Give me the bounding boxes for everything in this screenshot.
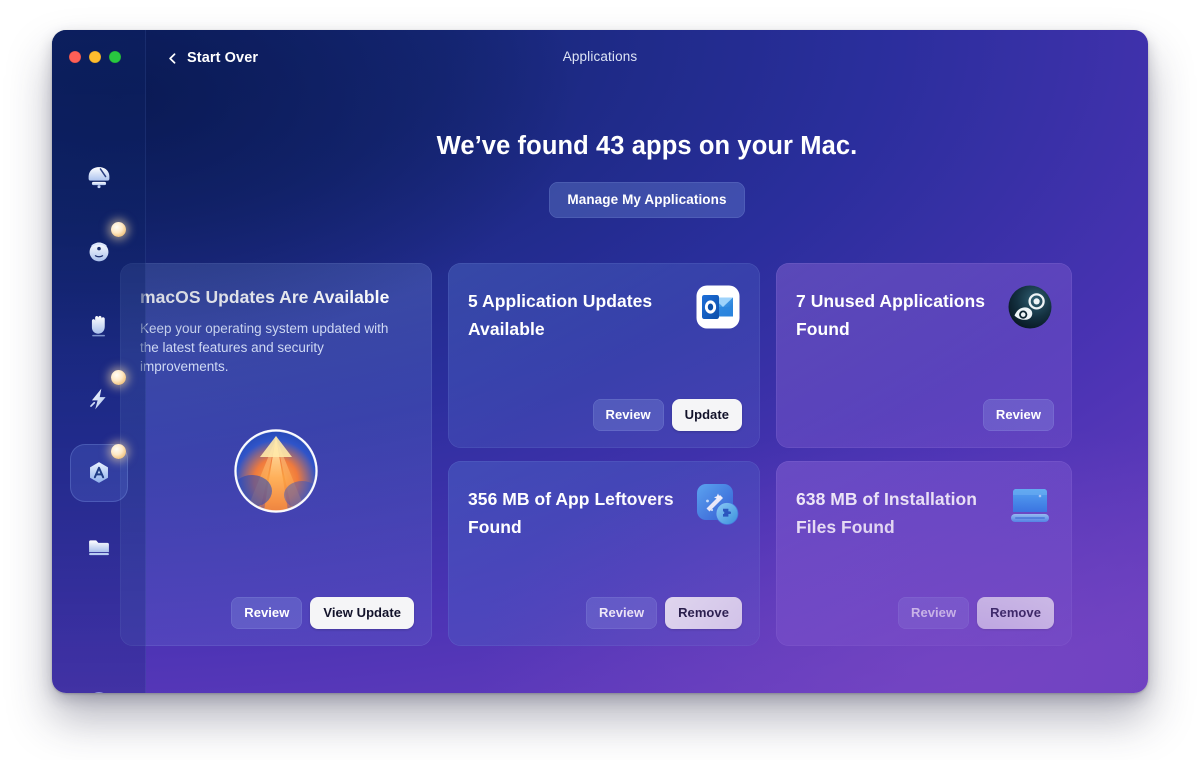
app-window: Start Over Applications We’ve found 43 a… xyxy=(52,30,1148,693)
scan-broom-icon xyxy=(88,167,109,189)
assistant-orb-icon xyxy=(94,692,103,693)
lightning-icon xyxy=(89,388,106,410)
page-title: We’ve found 43 apps on your Mac. xyxy=(436,132,858,160)
sidebar xyxy=(52,30,146,693)
manage-my-applications-button[interactable]: Manage My Applications xyxy=(549,182,745,218)
sidebar-item-cleanup[interactable] xyxy=(70,296,128,354)
applications-hex-icon xyxy=(89,462,108,483)
sidebar-badge-protection xyxy=(110,222,126,237)
sidebar-item-assistant[interactable] xyxy=(70,674,128,693)
sidebar-item-performance[interactable] xyxy=(70,370,128,428)
sidebar-item-protection[interactable] xyxy=(70,222,128,280)
main-content: We’ve found 43 apps on your Mac. Manage … xyxy=(146,88,1148,693)
folder-icon xyxy=(88,540,109,556)
shield-scan-icon xyxy=(89,242,108,262)
sidebar-badge-applications xyxy=(110,444,126,459)
sidebar-item-applications[interactable] xyxy=(69,444,128,502)
sidebar-badge-performance xyxy=(110,370,126,385)
window-title: Applications xyxy=(562,49,638,64)
hand-icon xyxy=(91,315,105,337)
title-bar: Start Over Applications xyxy=(52,30,1148,88)
sidebar-item-smart-scan[interactable] xyxy=(70,148,128,206)
desktop-background: Start Over Applications We’ve found 43 a… xyxy=(0,0,1200,760)
sidebar-item-my-clutter[interactable] xyxy=(70,518,128,576)
